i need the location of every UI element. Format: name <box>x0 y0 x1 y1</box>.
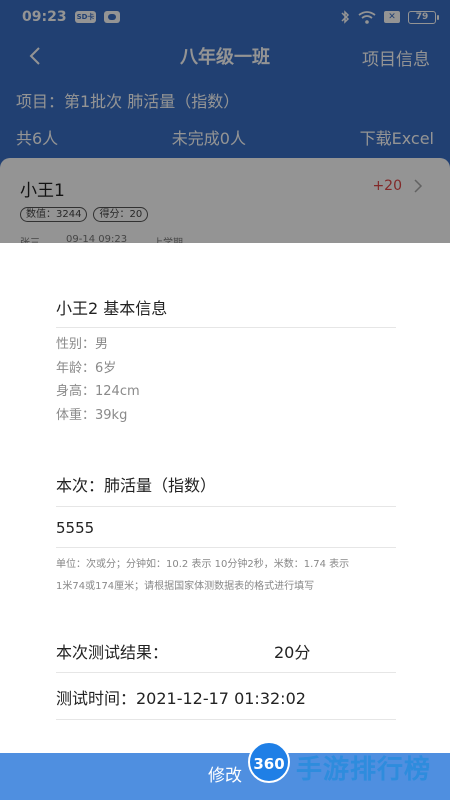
hint-line-2: 1米74或174厘米；请根据国家体测数据表的格式进行填写 <box>56 581 315 592</box>
basic-info-section: 小王2 基本信息 性别：男 年龄：6岁 身高：124cm 体重：39kg <box>56 295 396 427</box>
modify-button[interactable]: 修改 <box>0 753 450 800</box>
result-section: 本次测试结果： 20分 测试时间：2021-12-17 01:32:02 <box>56 639 396 720</box>
test-value-input[interactable]: 5555 <box>56 507 396 548</box>
screen: 09:23 SD卡 ✕ 79 八年级一班 项目信息 项目：第1批次 肺活量（指数… <box>0 0 450 800</box>
unit-hint: 单位：次或分；分钟如：10.2 表示 10分钟2秒，米数：1.74 表示 1米7… <box>56 554 396 598</box>
current-test-section: 本次：肺活量（指数） 5555 单位：次或分；分钟如：10.2 表示 10分钟2… <box>56 472 396 598</box>
height-line: 身高：124cm <box>56 384 140 399</box>
hint-line-1: 单位：次或分；分钟如：10.2 表示 10分钟2秒，米数：1.74 表示 <box>56 559 350 570</box>
gender-line: 性别：男 <box>56 337 109 352</box>
student-detail-sheet: 小王2 基本信息 性别：男 年龄：6岁 身高：124cm 体重：39kg 本次：… <box>0 243 450 800</box>
test-time: 测试时间：2021-12-17 01:32:02 <box>56 673 396 720</box>
result-label: 本次测试结果： <box>56 643 169 662</box>
weight-line: 体重：39kg <box>56 407 128 423</box>
current-test-title: 本次：肺活量（指数） <box>56 472 396 507</box>
result-value: 20分 <box>274 643 311 662</box>
result-row: 本次测试结果： 20分 <box>56 639 396 673</box>
basic-info-title: 小王2 基本信息 <box>56 295 396 328</box>
age-line: 年龄：6岁 <box>56 360 117 376</box>
